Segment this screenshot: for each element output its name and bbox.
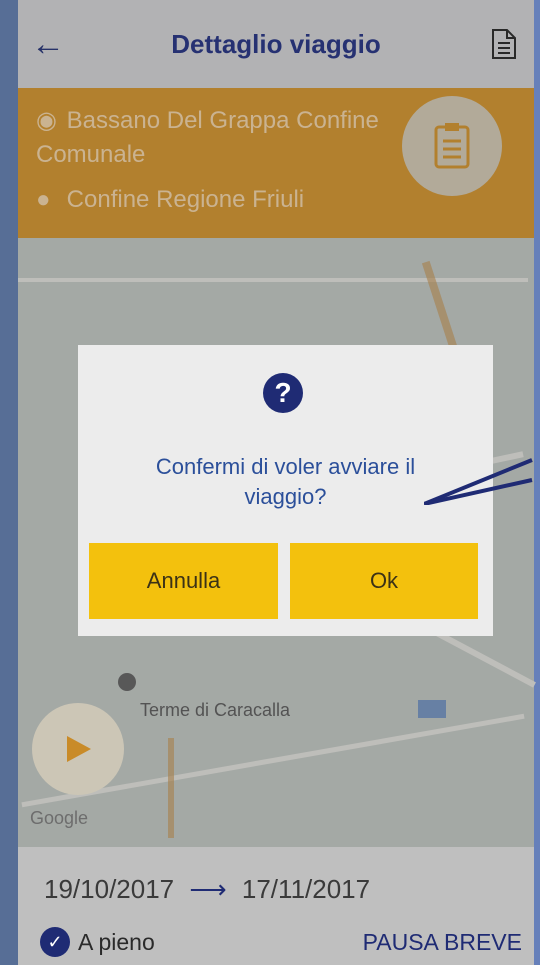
start-date: 19/10/2017 xyxy=(44,874,175,904)
arrow-right-icon: ⟶ xyxy=(189,874,227,904)
date-range: 19/10/2017 ⟶ 17/11/2017 xyxy=(44,874,370,905)
play-button[interactable] xyxy=(32,703,124,795)
end-date: 17/11/2017 xyxy=(241,874,371,904)
full-load-label: A pieno xyxy=(78,928,155,955)
pause-button[interactable]: PAUSA BREVE xyxy=(363,929,522,956)
full-load-checkbox[interactable]: ✓ A pieno xyxy=(40,927,155,957)
map-attribution: Google xyxy=(30,808,89,828)
ok-button[interactable]: Ok xyxy=(290,543,478,619)
bottom-bar: 19/10/2017 ⟶ 17/11/2017 ✓ A pieno PAUSA … xyxy=(18,847,534,965)
play-icon xyxy=(67,736,91,762)
cancel-button[interactable]: Annulla xyxy=(89,543,278,619)
app-screen: ← Dettaglio viaggio ◉ Bassano Del Grappa… xyxy=(0,0,540,965)
dialog-message: Confermi di voler avviare il viaggio? xyxy=(155,454,416,509)
pointer-annotation xyxy=(424,458,533,505)
check-icon: ✓ xyxy=(40,927,70,957)
question-icon: ? xyxy=(263,373,303,413)
